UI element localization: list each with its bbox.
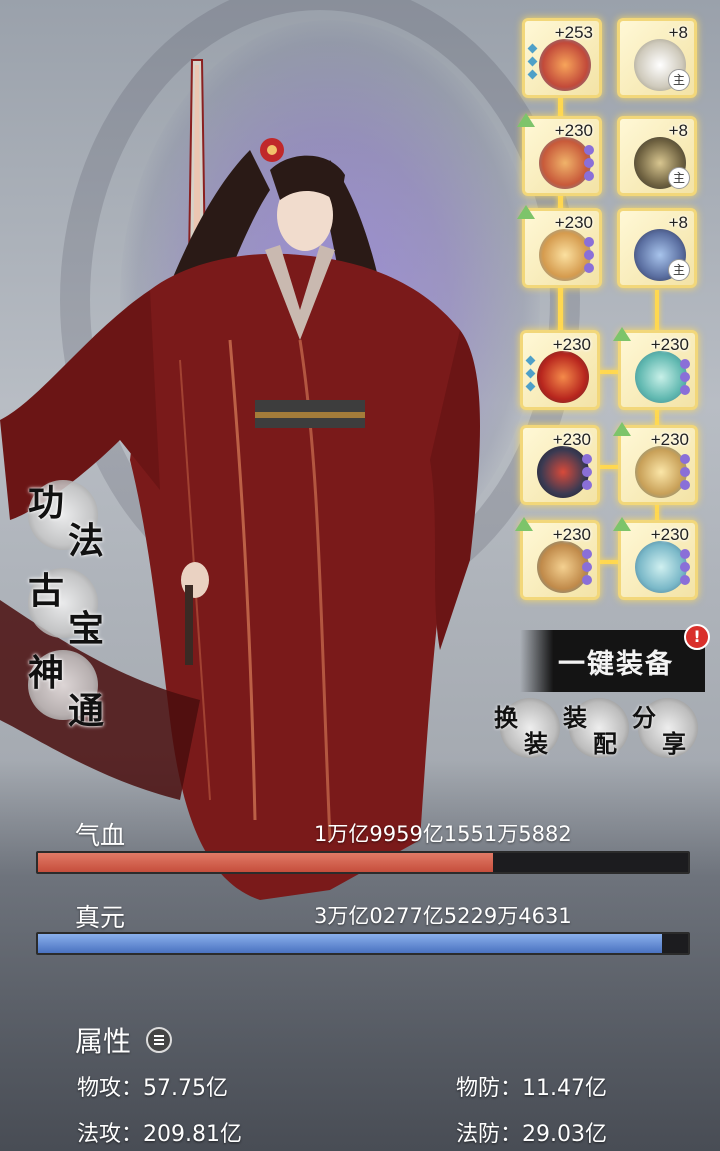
equip-level: +230: [650, 335, 689, 354]
equip-slot-5[interactable]: +8 主: [617, 116, 697, 196]
upgrade-arrow-icon: [613, 327, 631, 341]
assemble-char1: 装: [563, 703, 587, 732]
mp-bar: [36, 932, 690, 955]
mag-def-label: 法防：: [456, 1122, 523, 1147]
equip-level: +8: [668, 121, 688, 140]
equip-level: +230: [552, 430, 591, 449]
slot-connector: [600, 370, 620, 374]
spirit-orbs-icon: [680, 454, 692, 493]
assemble-char2: 配: [593, 729, 617, 758]
equip-slot-8[interactable]: +230: [613, 327, 698, 410]
equip-level: +230: [650, 525, 689, 544]
mp-value: 3万亿0277亿5229万4631: [314, 904, 572, 928]
main-tag: 主: [668, 259, 690, 281]
equip-level: +230: [554, 121, 593, 140]
fire-feather-icon: [537, 351, 589, 403]
mp-bar-fill: [38, 934, 662, 953]
menu-gongfa-char1: 功: [28, 482, 65, 524]
upgrade-arrow-icon: [517, 205, 535, 219]
spirit-orbs-icon: [582, 454, 594, 493]
main-tag: 主: [668, 69, 690, 91]
equip-slot-1[interactable]: +253: [522, 18, 602, 98]
equip-slot-9[interactable]: +230: [520, 425, 600, 505]
spirit-orbs-icon: [680, 549, 692, 588]
menu-gongfa-char2: 法: [68, 520, 105, 562]
mag-atk-value: 209.81亿: [143, 1122, 242, 1147]
one-key-equip-button[interactable]: 一键装备: [520, 630, 705, 692]
spirit-orbs-icon: [584, 237, 596, 276]
menu-gongfa-button[interactable]: 功 法: [18, 470, 118, 562]
gem-sockets-icon: [525, 355, 536, 396]
equip-level: +230: [554, 213, 593, 232]
menu-shentong-char1: 神: [28, 652, 65, 694]
phys-atk-label: 物攻：: [77, 1076, 144, 1101]
phys-def-stat: 物防：11.47亿: [456, 1070, 607, 1102]
phys-atk-value: 57.75亿: [143, 1076, 228, 1101]
switch-outfit-button[interactable]: 换 装: [494, 698, 560, 758]
hp-bar: [36, 851, 690, 874]
phys-atk-stat: 物攻：57.75亿: [77, 1070, 228, 1102]
equip-level: +253: [554, 23, 593, 42]
menu-gubao-button[interactable]: 古 宝: [18, 558, 118, 650]
share-button[interactable]: 分 享: [632, 698, 698, 758]
share-char2: 享: [662, 729, 686, 758]
equip-level: +230: [552, 525, 591, 544]
share-char1: 分: [632, 703, 656, 732]
equip-level: +230: [552, 335, 591, 354]
equip-slot-11[interactable]: +230: [515, 517, 600, 600]
upgrade-arrow-icon: [515, 517, 533, 531]
list-icon[interactable]: [146, 1027, 172, 1053]
equip-level: +8: [668, 213, 688, 232]
menu-gubao-char1: 古: [28, 570, 65, 612]
mag-atk-stat: 法攻：209.81亿: [77, 1116, 242, 1148]
gem-sockets-icon: [527, 43, 538, 84]
hp-label: 气血: [75, 821, 126, 850]
equip-slot-3[interactable]: +230: [517, 205, 602, 288]
spirit-orbs-icon: [584, 145, 596, 184]
equip-slot-10[interactable]: +230: [613, 422, 698, 505]
equip-slot-7[interactable]: +230: [520, 330, 600, 410]
notification-alert-icon: !: [684, 624, 710, 650]
attributes-title: 属性: [75, 1025, 132, 1058]
equip-level: +8: [668, 23, 688, 42]
slot-connector: [600, 465, 620, 469]
hp-value: 1万亿9959亿1551万5882: [314, 822, 572, 846]
spirit-orbs-icon: [582, 549, 594, 588]
flame-lotus-icon: [539, 39, 591, 91]
spirit-orbs-icon: [680, 359, 692, 398]
switch-char1: 换: [494, 703, 518, 732]
phys-def-value: 11.47亿: [522, 1076, 607, 1101]
mp-label: 真元: [75, 903, 126, 932]
hp-bar-fill: [38, 853, 493, 872]
upgrade-arrow-icon: [517, 113, 535, 127]
mag-def-stat: 法防：29.03亿: [456, 1116, 607, 1148]
one-key-equip-label: 一键装备: [558, 649, 674, 680]
mag-def-value: 29.03亿: [522, 1122, 607, 1147]
phys-def-label: 物防：: [456, 1076, 523, 1101]
mag-atk-label: 法攻：: [77, 1122, 144, 1147]
menu-shentong-char2: 通: [68, 690, 105, 732]
equip-slot-6[interactable]: +8 主: [617, 208, 697, 288]
upgrade-arrow-icon: [613, 422, 631, 436]
switch-char2: 装: [524, 729, 548, 758]
main-tag: 主: [668, 167, 690, 189]
equip-slot-2[interactable]: +230: [517, 113, 602, 196]
equip-slot-4[interactable]: +8 主: [617, 18, 697, 98]
assemble-button[interactable]: 装 配: [563, 698, 629, 758]
slot-connector: [600, 560, 620, 564]
equip-level: +230: [650, 430, 689, 449]
equip-slot-12[interactable]: +230: [613, 517, 698, 600]
menu-shentong-button[interactable]: 神 通: [18, 640, 118, 732]
upgrade-arrow-icon: [613, 517, 631, 531]
